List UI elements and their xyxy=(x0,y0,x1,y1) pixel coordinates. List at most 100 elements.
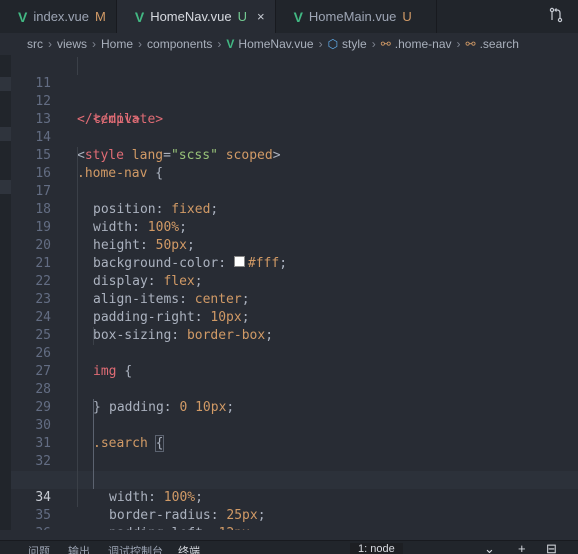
indent-guide xyxy=(77,471,78,489)
breadcrumb-item-home-nav[interactable]: .home-nav xyxy=(395,37,452,51)
code-line: 21 align-items: center; xyxy=(11,237,578,307)
panel-tab-terminal[interactable]: 终端 xyxy=(178,543,200,554)
activity-marker xyxy=(0,127,11,141)
breadcrumb-item-file[interactable]: HomeNav.vue xyxy=(238,37,313,51)
code-line: 22 padding-right: 10px; xyxy=(11,255,578,325)
indent-guide xyxy=(77,417,78,435)
breadcrumb-item-views[interactable]: views xyxy=(57,37,87,51)
breadcrumb-item-style[interactable]: style xyxy=(342,37,367,51)
indent-guide xyxy=(77,381,78,399)
indent-guide xyxy=(77,57,78,75)
code-line: 32 border-radius: 25px; xyxy=(11,435,578,523)
indent-guide xyxy=(77,183,78,201)
breadcrumb-item-home[interactable]: Home xyxy=(101,37,133,51)
vue-icon: V xyxy=(226,37,235,51)
tab-label: HomeNav.vue xyxy=(150,9,232,24)
code-line: 31 width: 100%; xyxy=(11,417,578,505)
code-line: 13 xyxy=(11,93,578,127)
code-line: 12 </template> xyxy=(11,75,578,127)
indent-guide xyxy=(77,399,78,417)
indent-guide xyxy=(77,453,78,471)
chevron-right-icon: › xyxy=(48,37,52,51)
active-indent-guide xyxy=(93,453,94,471)
indent-guide xyxy=(77,489,78,507)
vue-icon: V xyxy=(134,8,145,25)
chevron-right-icon: › xyxy=(456,37,461,51)
code-line: 16 position: fixed; xyxy=(11,147,578,217)
tab-index-vue[interactable]: V index.vue M xyxy=(0,0,117,33)
cube-icon: ⬡ xyxy=(327,37,339,51)
indent-guide xyxy=(77,309,78,327)
tab-homemain-vue[interactable]: V HomeMain.vue U xyxy=(276,0,437,33)
activity-marker xyxy=(0,77,11,91)
breadcrumb-item-src[interactable]: src xyxy=(27,37,43,51)
indent-guide xyxy=(77,147,78,165)
close-icon[interactable]: × xyxy=(257,9,265,24)
indent-guide xyxy=(77,345,78,363)
code-line: 23 box-sizing: border-box; xyxy=(11,273,578,343)
chevron-right-icon: › xyxy=(138,37,143,51)
active-indent-guide xyxy=(93,435,94,453)
code-editor[interactable]: 11 </div> 12 </template> 13 14 <style la… xyxy=(11,55,578,530)
code-line: 15 .home-nav { xyxy=(11,129,578,181)
tab-label: index.vue xyxy=(33,9,89,24)
editor-actions xyxy=(548,0,578,33)
code-line: 29 .search { xyxy=(11,381,578,452)
indent-guide xyxy=(77,291,78,309)
code-line: 26 padding: 0 10px; xyxy=(11,327,578,415)
code-line: 35 } xyxy=(11,489,578,523)
add-terminal-icon[interactable]: + xyxy=(518,541,526,554)
open-changes-icon[interactable] xyxy=(548,7,564,26)
vue-icon: V xyxy=(293,8,303,25)
tab-homenav-vue[interactable]: V HomeNav.vue U × xyxy=(116,0,276,33)
code-line: 17 width: 100%; xyxy=(11,165,578,235)
code-line: 20 display: flex; xyxy=(11,219,578,289)
selector-icon: ⚯ xyxy=(380,37,391,51)
indent-guide xyxy=(77,219,78,237)
chevron-right-icon: › xyxy=(217,37,222,51)
tab-git-status: U xyxy=(402,9,412,24)
tab-git-status: M xyxy=(95,9,106,24)
activity-marker xyxy=(0,180,11,194)
code-line: 25 img { xyxy=(11,309,578,379)
indent-guide xyxy=(77,237,78,255)
chevron-right-icon: › xyxy=(92,37,97,51)
code-line: 11 </div> xyxy=(11,57,578,127)
chevron-right-icon: › xyxy=(371,37,376,51)
breadcrumb: src › views › Home › components › V Home… xyxy=(0,33,578,55)
chevron-right-icon: › xyxy=(318,37,323,51)
code-line: 33 padding-left: 12px; xyxy=(11,453,578,530)
indent-guide xyxy=(77,363,78,381)
tab-label: HomeMain.vue xyxy=(308,9,397,24)
split-terminal-icon[interactable]: ⊟ xyxy=(546,541,557,554)
editor-tab-bar: V index.vue M V HomeNav.vue U × V HomeMa… xyxy=(0,0,578,33)
indent-guide xyxy=(77,273,78,291)
code-line: 19 background-color: #fff; xyxy=(11,201,578,271)
active-indent-guide xyxy=(93,471,94,489)
code-line-current: 34 margin-right: 10px; xyxy=(11,471,578,505)
code-line: 24 xyxy=(11,291,578,325)
panel-tab-output[interactable]: 输出 xyxy=(68,543,90,554)
indent-guide xyxy=(77,201,78,219)
code-line: 27 } xyxy=(11,345,578,415)
breadcrumb-item-components[interactable]: components xyxy=(147,37,212,51)
indent-guide xyxy=(77,435,78,453)
panel-tab-problems[interactable]: 问题 xyxy=(28,543,50,554)
selector-icon: ⚯ xyxy=(465,37,476,51)
indent-guide xyxy=(77,255,78,273)
indent-guide xyxy=(77,327,78,345)
code-line: 30 background-color: #f7f7f7; xyxy=(11,399,578,487)
panel-tab-debug-console[interactable]: 调试控制台 xyxy=(108,543,163,554)
vue-icon: V xyxy=(18,8,28,25)
indent-guide xyxy=(77,165,78,183)
code-line: 14 <style lang="scss" scoped> xyxy=(11,111,578,163)
terminal-select[interactable]: 1: node xyxy=(350,543,403,554)
active-indent-guide xyxy=(93,417,94,435)
chevron-down-icon[interactable]: ⌄ xyxy=(484,541,495,554)
breadcrumb-item-search[interactable]: .search xyxy=(480,37,519,51)
panel-tab-bar: 问题 输出 调试控制台 终端 1: node ⌄ + ⊟ xyxy=(0,540,578,554)
code-line: 36 } xyxy=(11,507,578,530)
activity-bar xyxy=(0,55,11,530)
code-line: 37 </style> xyxy=(11,525,578,530)
code-line: 18 height: 50px; xyxy=(11,183,578,253)
